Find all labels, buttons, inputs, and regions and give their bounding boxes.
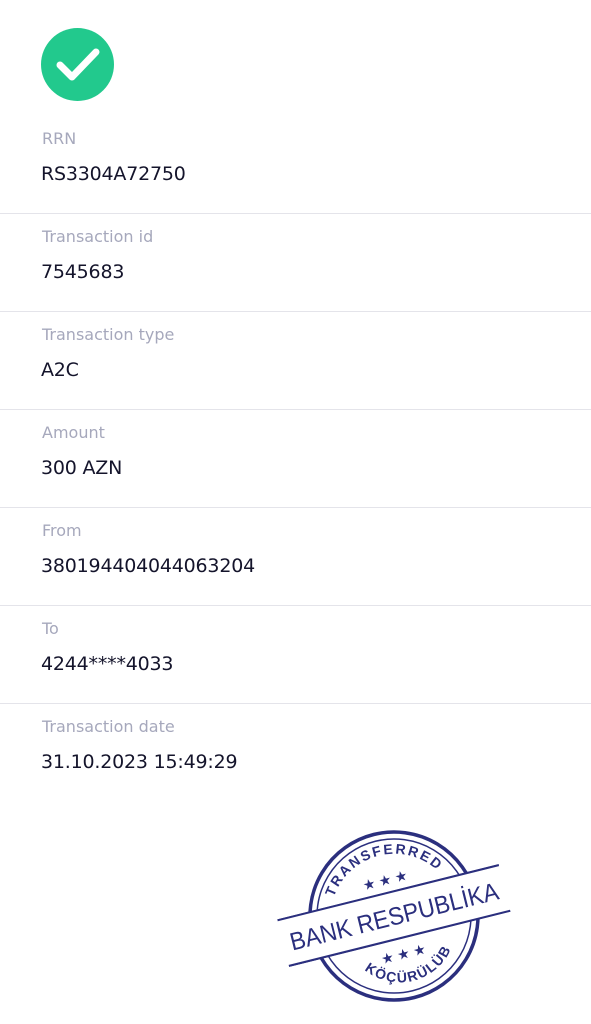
transaction-id-label: Transaction id [42,227,154,246]
detail-row-to: To 4244****4033 [0,605,591,704]
transaction-id-value: 7545683 [41,261,125,283]
detail-row-rrn: RRN RS3304A72750 [0,115,591,214]
rrn-label: RRN [42,129,77,148]
transaction-type-label: Transaction type [42,325,175,344]
detail-row-transaction-type: Transaction type A2C [0,311,591,410]
to-value: 4244****4033 [41,653,174,675]
transaction-type-value: A2C [41,359,79,381]
transaction-date-value: 31.10.2023 15:49:29 [41,751,238,773]
amount-label: Amount [42,423,105,442]
svg-text:★ ★ ★: ★ ★ ★ [379,941,427,968]
detail-row-transaction-date: Transaction date 31.10.2023 15:49:29 [0,703,591,801]
stamp-seal-icon: TRANSFERRED ★ ★ ★ BANK RESPUBLİKA ★ ★ ★ … [277,828,511,1002]
detail-row-transaction-id: Transaction id 7545683 [0,213,591,312]
from-value: 380194404044063204 [41,555,255,577]
to-label: To [42,619,59,638]
from-label: From [42,521,82,540]
transaction-date-label: Transaction date [42,717,175,736]
transfer-stamp: TRANSFERRED ★ ★ ★ BANK RESPUBLİKA ★ ★ ★ … [270,820,520,1010]
amount-value: 300 AZN [41,457,123,479]
detail-row-from: From 380194404044063204 [0,507,591,606]
rrn-value: RS3304A72750 [41,163,186,185]
detail-row-amount: Amount 300 AZN [0,409,591,508]
success-check-icon [41,28,114,101]
